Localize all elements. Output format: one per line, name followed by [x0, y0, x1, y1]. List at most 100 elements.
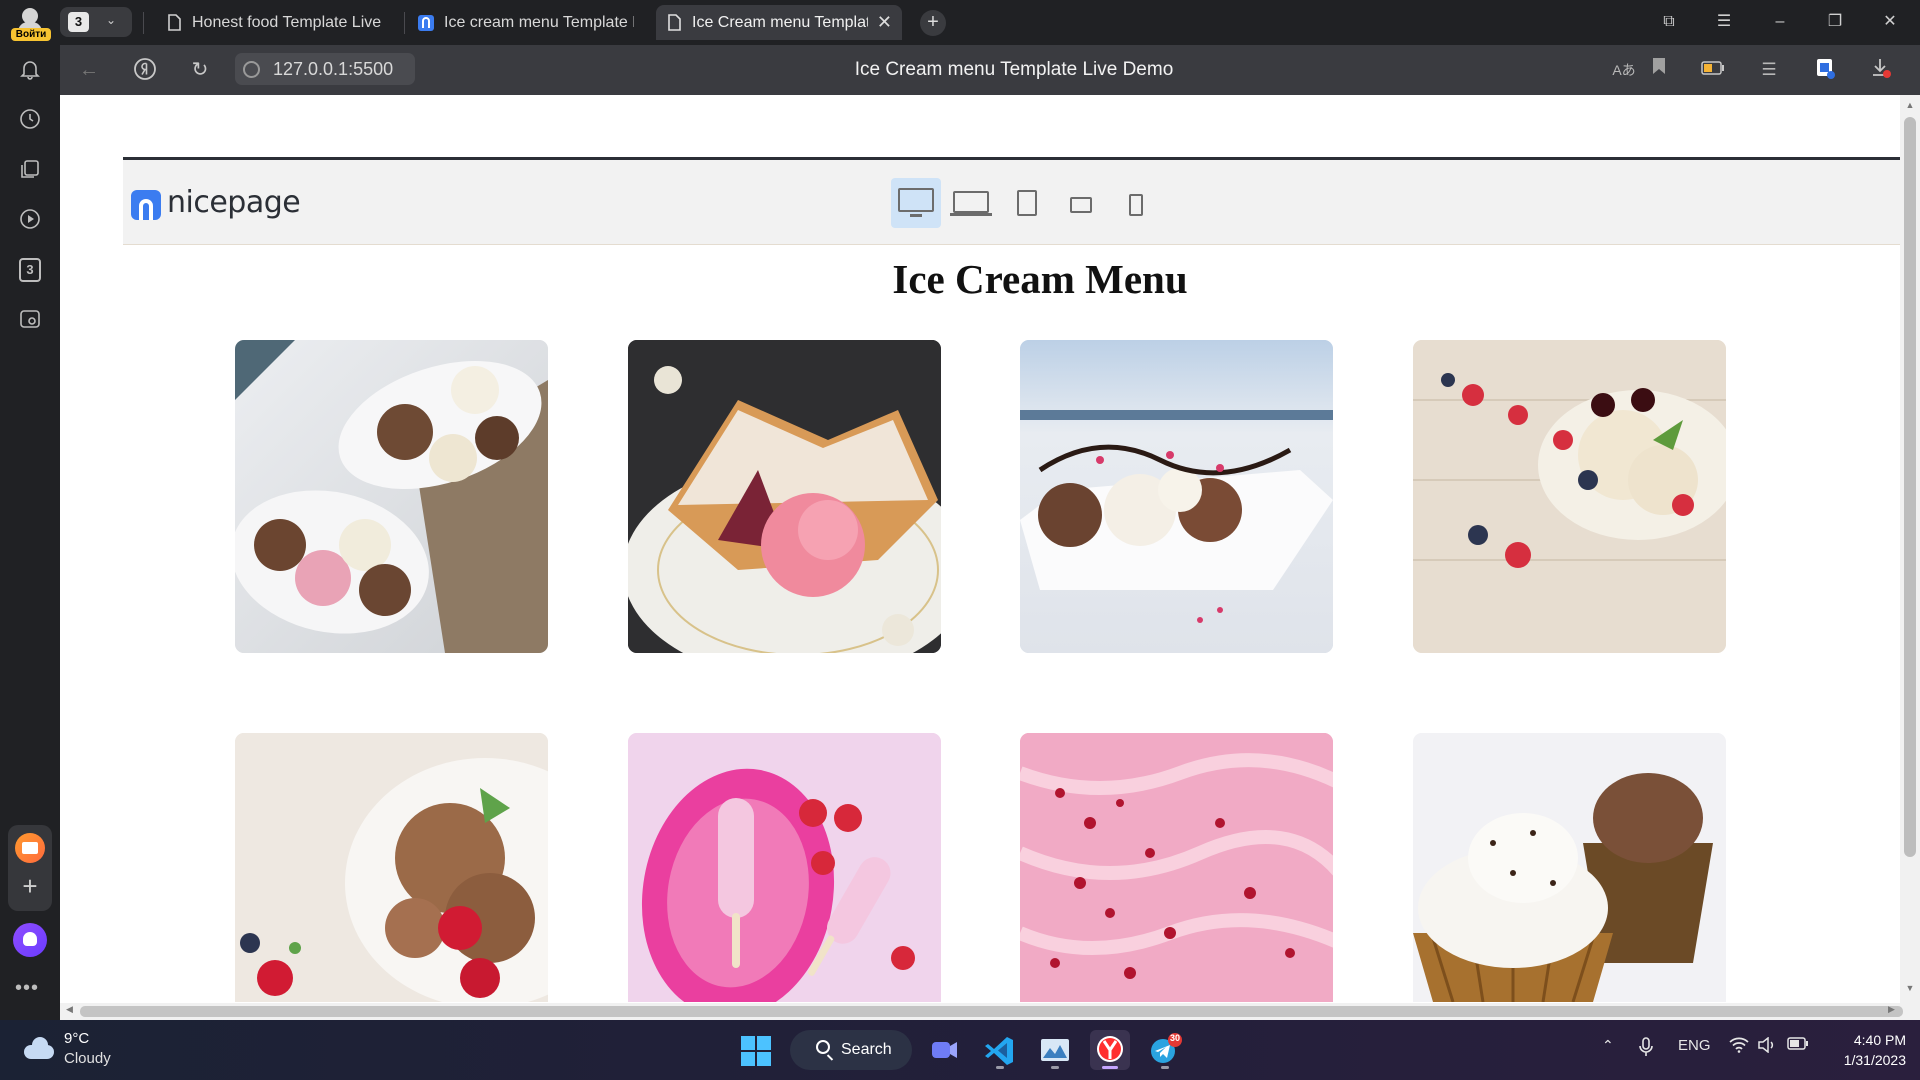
menu-image-8 [1413, 733, 1726, 1002]
web-page: nicepage Ice Cream Menu [60, 95, 1900, 1020]
reload-icon[interactable]: ↻ [187, 57, 213, 83]
weather-temperature[interactable]: 9°C [64, 1030, 89, 1047]
url-field[interactable]: 127.0.0.1:5500 [235, 53, 415, 85]
menu-image-7 [1020, 733, 1333, 1002]
nicepage-logo[interactable]: nicepage [167, 185, 301, 220]
nicepage-demo-header: nicepage [123, 160, 1900, 245]
search-icon [816, 1040, 830, 1054]
video-play-icon[interactable] [17, 208, 43, 234]
tab-switcher[interactable]: 3 ⌄ [60, 7, 132, 37]
reader-icon[interactable]: ☰ [1756, 57, 1782, 83]
device-laptop-button[interactable] [946, 178, 996, 228]
menu-image-3 [1020, 340, 1333, 653]
horizontal-scrollbar[interactable]: ◀ ▶ [60, 1003, 1920, 1020]
browser-sidebar: 3 + ••• [0, 45, 60, 1020]
tab-ice-cream-menu-nicepage[interactable]: Ice cream menu Template Live Demo [408, 5, 652, 40]
tab-count-icon[interactable]: 3 [19, 258, 41, 282]
clock-time: 4:40 PM [1853, 1032, 1906, 1048]
close-tab-icon[interactable]: ✕ [877, 5, 892, 40]
wifi-icon[interactable] [1729, 1037, 1749, 1057]
windows-start-icon[interactable] [741, 1036, 771, 1066]
minimize-icon[interactable]: – [1766, 8, 1794, 36]
scroll-down-icon[interactable]: ▼ [1900, 983, 1920, 993]
translate-icon[interactable]: Aあ [1611, 57, 1637, 83]
phone-icon [1129, 194, 1143, 216]
weather-condition[interactable]: Cloudy [64, 1050, 111, 1067]
menu-image-5 [235, 733, 548, 1002]
page-icon [168, 14, 181, 31]
yandex-browser-icon [1097, 1036, 1123, 1062]
extension-icon[interactable] [1812, 57, 1838, 83]
mail-icon[interactable] [15, 833, 45, 863]
chart-image-icon [1041, 1039, 1069, 1061]
sidebar-apps-panel: + [8, 825, 52, 911]
notifications-bell-icon[interactable] [17, 58, 43, 84]
telegram-app[interactable]: 30 [1145, 1030, 1185, 1070]
tab-strip: Войти 3 ⌄ Honest food Template Live Demo… [0, 0, 1920, 45]
url-text: 127.0.0.1:5500 [273, 59, 394, 79]
language-indicator[interactable]: ENG [1678, 1037, 1711, 1054]
cloud-icon[interactable] [24, 1037, 54, 1059]
video-call-icon [932, 1042, 957, 1058]
collections-icon[interactable] [17, 158, 43, 184]
vscode-app[interactable] [980, 1030, 1020, 1070]
battery-saver-icon[interactable] [1700, 57, 1726, 83]
yandex-icon[interactable] [132, 57, 158, 83]
windows-taskbar: 9°C Cloudy Search 30 ⌃ ENG 4:40 PM 1/31/… [0, 1020, 1920, 1080]
taskbar-search-button[interactable]: Search [790, 1030, 912, 1070]
new-tab-button[interactable]: + [920, 10, 946, 36]
device-phone-button[interactable] [1111, 178, 1161, 228]
more-icon[interactable]: ••• [15, 977, 39, 1000]
tab-honest-food[interactable]: Honest food Template Live Demo [156, 5, 400, 40]
downloads-icon[interactable] [1868, 57, 1894, 83]
menu-image-2 [628, 340, 941, 653]
tablet-icon [1017, 190, 1037, 216]
volume-icon[interactable] [1757, 1036, 1777, 1057]
page-heading: Ice Cream Menu [892, 256, 1188, 302]
history-clock-icon[interactable] [17, 108, 43, 134]
back-arrow-icon[interactable]: ← [76, 57, 102, 83]
menu-image-6 [628, 733, 941, 1002]
device-tablet-button[interactable] [1001, 178, 1051, 228]
nicepage-logo-icon[interactable] [131, 190, 161, 220]
add-app-icon[interactable]: + [15, 871, 45, 901]
search-label: Search [841, 1041, 892, 1058]
nicepage-icon [418, 15, 434, 31]
teams-meet-app[interactable] [924, 1030, 964, 1070]
device-desktop-button[interactable] [891, 178, 941, 228]
tab-title: Ice Cream menu Template Live Demo [692, 14, 868, 31]
restore-icon[interactable]: ❐ [1821, 8, 1849, 36]
scroll-right-icon[interactable]: ▶ [1888, 1004, 1895, 1015]
site-info-icon[interactable] [243, 61, 260, 78]
scroll-left-icon[interactable]: ◀ [66, 1004, 73, 1015]
screenshot-icon[interactable] [17, 308, 43, 334]
collections-icon[interactable]: ⧉ [1655, 8, 1683, 36]
chevron-down-icon: ⌄ [106, 13, 117, 27]
monitor-app[interactable] [1035, 1030, 1075, 1070]
scroll-up-icon[interactable]: ▲ [1900, 100, 1920, 110]
tray-overflow-chevron-icon[interactable]: ⌃ [1602, 1037, 1614, 1054]
vertical-scroll-thumb[interactable] [1904, 117, 1916, 857]
alice-assistant-icon[interactable] [13, 923, 47, 957]
battery-icon[interactable] [1787, 1037, 1809, 1055]
close-window-icon[interactable]: ✕ [1876, 8, 1904, 36]
microphone-icon[interactable] [1639, 1037, 1653, 1061]
taskbar-clock[interactable]: 4:40 PM 1/31/2023 [1826, 1030, 1906, 1070]
bookmark-icon[interactable] [1646, 57, 1672, 83]
tab-ice-cream-menu-active[interactable]: Ice Cream menu Template Live Demo ✕ [656, 5, 902, 40]
menu-image-4 [1413, 340, 1726, 653]
desktop-icon [898, 188, 934, 212]
page-icon [668, 14, 681, 31]
device-tablet-landscape-button[interactable] [1056, 178, 1106, 228]
menu-icon[interactable]: ☰ [1710, 8, 1738, 36]
tablet-landscape-icon [1070, 197, 1092, 213]
clock-date: 1/31/2023 [1843, 1052, 1906, 1068]
profile-button[interactable]: Войти [10, 5, 52, 41]
vscode-icon [985, 1037, 1013, 1065]
laptop-icon [953, 191, 989, 213]
login-label: Войти [11, 28, 51, 41]
horizontal-scroll-thumb[interactable] [80, 1006, 1903, 1017]
tab-count: 3 [68, 12, 89, 32]
vertical-scrollbar[interactable]: ▲ ▼ [1900, 95, 1920, 1003]
yandex-browser-app[interactable] [1090, 1030, 1130, 1070]
